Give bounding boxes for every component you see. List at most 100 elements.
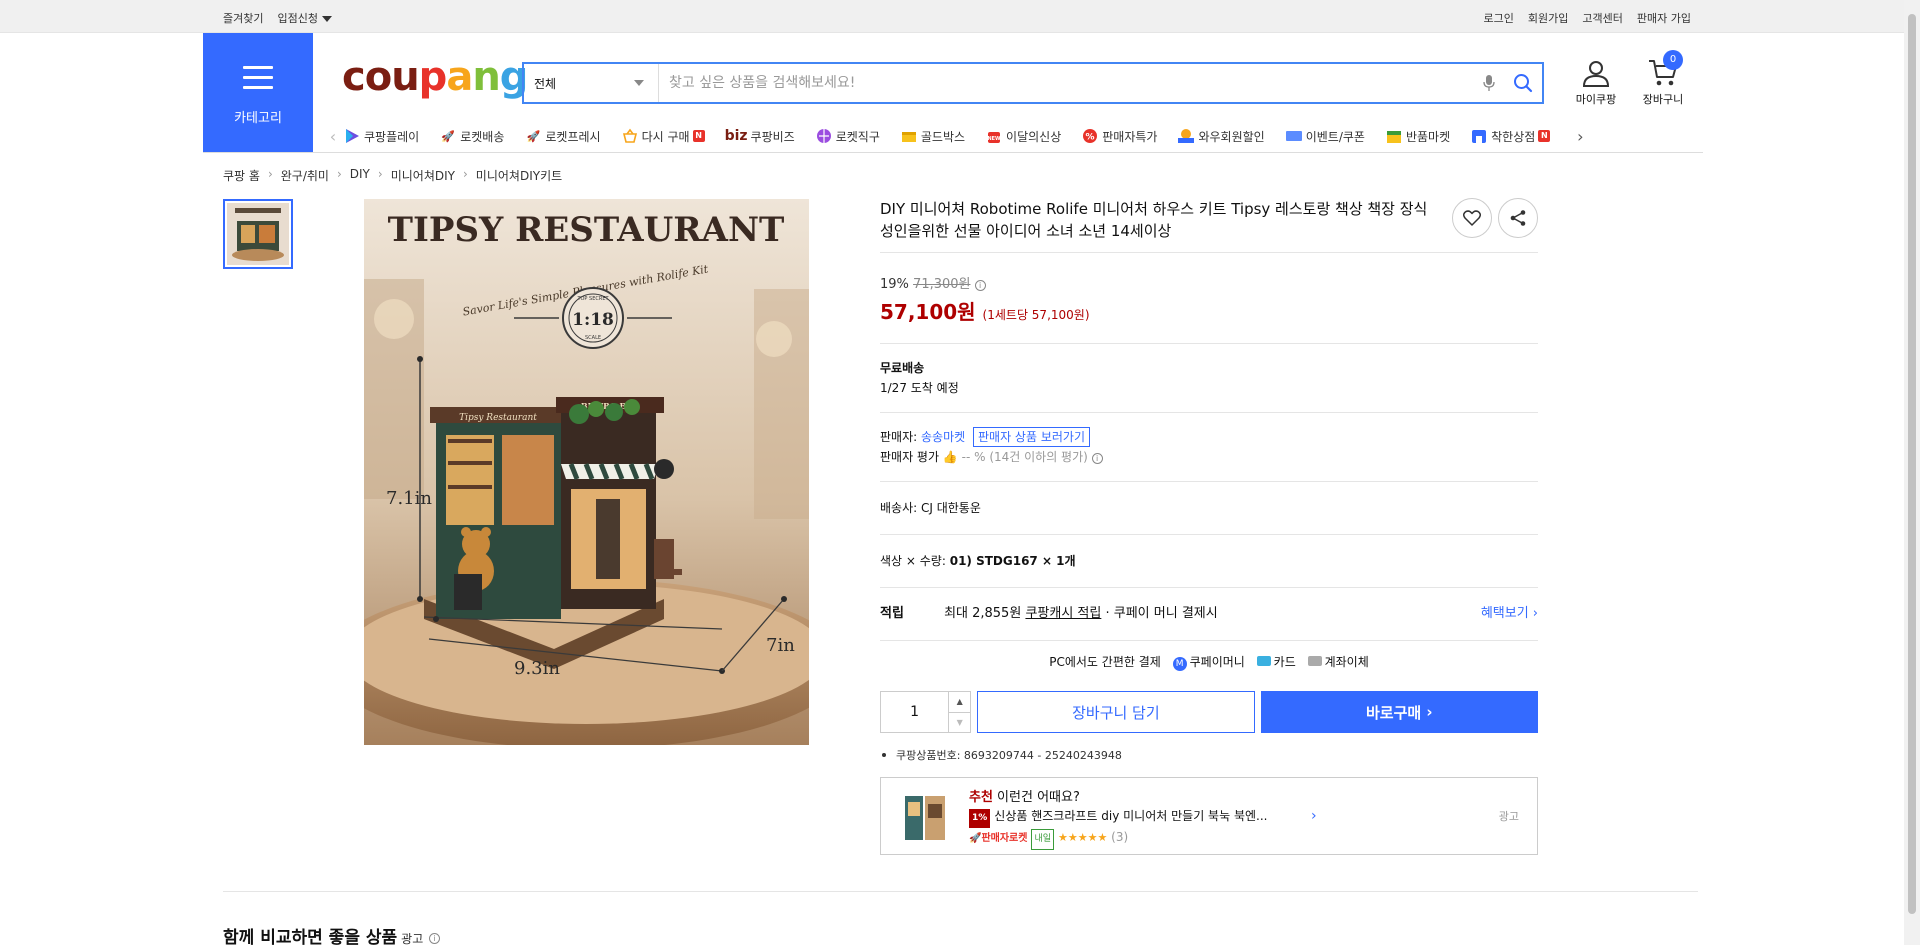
svg-text:NEW: NEW	[987, 136, 1001, 142]
search-scope-select[interactable]: 전체	[524, 64, 659, 102]
nav-prev-icon[interactable]: ‹	[323, 127, 343, 146]
image-title: TIPSY RESTAURANT	[388, 210, 785, 250]
shipping-label: 무료배송	[880, 361, 925, 375]
coupang-logo[interactable]: coupang	[342, 54, 528, 100]
chevron-right-icon: ›	[267, 167, 273, 181]
info-icon[interactable]: i	[429, 932, 441, 944]
info-icon[interactable]: i	[1091, 453, 1103, 464]
courier-section: 배송사: CJ 대한통운	[880, 482, 1538, 534]
buy-now-button[interactable]: 바로구매 ›	[1260, 691, 1538, 733]
purchase-row: 1 ▲ ▼ 장바구니 담기 바로구매 ›	[880, 691, 1538, 733]
search-input[interactable]	[659, 64, 1474, 102]
seller-apply-link[interactable]: 입점신청	[277, 10, 332, 26]
quantity-down-icon[interactable]: ▼	[949, 713, 970, 733]
nav-next-icon[interactable]: ›	[1570, 127, 1590, 146]
category-button[interactable]: 카테고리	[203, 33, 313, 153]
nav-item-sellerdeal[interactable]: % 판매자특가	[1081, 127, 1157, 145]
nav-item-event[interactable]: 이벤트/쿠폰	[1285, 127, 1365, 145]
product-main-image[interactable]: TIPSY RESTAURANT Savor Life's Simple Ple…	[364, 199, 809, 745]
breadcrumb-item[interactable]: DIY	[350, 167, 370, 184]
scale-bottom-text: SCALE	[585, 335, 601, 341]
nav-item-rocketfresh[interactable]: 🚀 로켓프레시	[524, 127, 601, 145]
benefit-link[interactable]: 혜택보기 ›	[1481, 604, 1538, 624]
thumbnail-image	[227, 203, 289, 265]
product-image-svg: TIPSY RESTAURANT Savor Life's Simple Ple…	[364, 199, 809, 745]
seller-label: 판매자:	[880, 430, 918, 444]
unit-price: (1세트당 57,100원)	[982, 308, 1090, 322]
nav-item-rebuy[interactable]: 다시 구매 N	[621, 127, 705, 145]
topbar-left: 즐겨찾기 입점신청	[223, 10, 332, 26]
compare-ad-label: 광고	[401, 932, 424, 945]
coupon-icon	[1285, 127, 1303, 145]
seller-name-link[interactable]: 송송마켓	[921, 430, 965, 444]
mic-icon[interactable]	[1474, 64, 1504, 102]
breadcrumb-item[interactable]: 미니어쳐DIY	[391, 167, 455, 184]
cart-label: 장바구니	[1642, 93, 1684, 106]
favorites-link[interactable]: 즐겨찾기	[223, 10, 263, 26]
sale-price-row: 57,100원 (1세트당 57,100원)	[880, 296, 1538, 325]
breadcrumb-item[interactable]: 미니어쳐DIY키트	[476, 167, 562, 184]
recommendation-title: 추천 이런건 어때요?	[969, 788, 1267, 807]
breadcrumb-item[interactable]: 쿠팡 홈	[223, 167, 260, 184]
page-scrollbar[interactable]	[1904, 0, 1920, 945]
nav-item-goodstore[interactable]: 착한상점 N	[1470, 127, 1551, 145]
seller-section: 판매자: 송송마켓 판매자 상품 보러가기 판매자 평가 👍 -- % (14건…	[880, 413, 1538, 481]
search-icon[interactable]	[1504, 64, 1542, 102]
category-label: 카테고리	[234, 111, 282, 126]
recommendation-box[interactable]: 추천 이런건 어때요? 1% 신상품 핸즈크라프트 diy 미니어처 만들기 북눅…	[880, 777, 1538, 855]
compare-title: 함께 비교하면 좋을 상품	[223, 928, 398, 945]
option-value: 01) STDG167 × 1개	[949, 554, 1076, 568]
reco-product-name[interactable]: 신상품 핸즈크라프트 diy 미니어처 만들기 북눅 북엔...	[994, 809, 1267, 823]
add-to-cart-button[interactable]: 장바구니 담기	[977, 691, 1255, 733]
cart-button[interactable]: 0 장바구니	[1633, 50, 1693, 107]
signup-link[interactable]: 회원가입	[1528, 10, 1568, 26]
seller-rating-value: -- % (14건 이하의 평가)	[961, 450, 1088, 464]
customer-center-link[interactable]: 고객센터	[1582, 10, 1622, 26]
nav-item-coupangplay[interactable]: 쿠팡플레이	[343, 127, 419, 145]
logo-part: a	[446, 54, 473, 100]
login-link[interactable]: 로그인	[1484, 10, 1514, 26]
cart-count-badge: 0	[1663, 50, 1683, 70]
nav-item-rocketglobal[interactable]: 로켓직구	[815, 127, 880, 145]
share-button[interactable]	[1498, 198, 1538, 238]
my-coupang-button[interactable]: 마이쿠팡	[1566, 58, 1626, 107]
nav-label: 골드박스	[920, 129, 966, 144]
chevron-right-icon[interactable]: ›	[1311, 808, 1317, 824]
reco-discount-badge: 1%	[969, 809, 991, 828]
my-coupang-label: 마이쿠팡	[1575, 93, 1617, 106]
recommendation-image[interactable]	[899, 792, 951, 844]
wishlist-button[interactable]	[1452, 198, 1492, 238]
nav-label: 로켓직구	[835, 129, 880, 144]
info-icon[interactable]: i	[974, 280, 986, 291]
nav-item-goldbox[interactable]: 골드박스	[900, 127, 965, 145]
product-thumbnail[interactable]	[223, 199, 293, 269]
nav-item-biz[interactable]: biz 쿠팡비즈	[725, 128, 795, 145]
quantity-up-icon[interactable]: ▲	[949, 692, 971, 713]
product-info: DIY 미니어쳐 Robotime Rolife 미니어처 하우스 키트 Tip…	[880, 198, 1538, 855]
quantity-input[interactable]: 1	[881, 692, 948, 732]
chevron-right-icon: ›	[462, 167, 468, 181]
seller-signup-link[interactable]: 판매자 가입	[1637, 10, 1691, 26]
coupang-cash-link[interactable]: 쿠팡캐시 적립	[1025, 606, 1101, 621]
nav-divider	[203, 152, 1703, 153]
dropdown-arrow-icon	[634, 80, 644, 86]
seller-rating-label: 판매자 평가	[880, 450, 940, 464]
chevron-right-icon: ›	[377, 167, 383, 181]
reward-condition: · 쿠페이 머니 결제시	[1105, 606, 1218, 621]
store-icon	[1470, 127, 1488, 145]
quantity-stepper: 1 ▲ ▼	[880, 691, 972, 733]
nav-label: 쿠팡비즈	[750, 129, 795, 144]
nav-item-newarrivals[interactable]: NEW 이달의신상	[985, 127, 1061, 145]
nav-item-returnmarket[interactable]: 반품마켓	[1385, 127, 1450, 145]
option-section: 색상 × 수량: 01) STDG167 × 1개	[880, 535, 1538, 587]
original-price: 71,300원	[913, 277, 971, 292]
nav-label: 로켓배송	[460, 129, 505, 144]
scrollbar-thumb[interactable]	[1908, 14, 1916, 914]
breadcrumb-item[interactable]: 완구/취미	[281, 167, 329, 184]
recommendation-text: 추천 이런건 어때요? 1% 신상품 핸즈크라프트 diy 미니어처 만들기 북눅…	[969, 788, 1267, 850]
nav-item-wow[interactable]: 와우회원할인	[1177, 127, 1265, 145]
compare-section-title: 함께 비교하면 좋을 상품 광고 i	[223, 923, 441, 945]
nav-item-rocket[interactable]: 🚀 로켓배송	[439, 127, 504, 145]
basket-icon	[621, 127, 639, 145]
seller-products-button[interactable]: 판매자 상품 보러가기	[973, 427, 1090, 447]
